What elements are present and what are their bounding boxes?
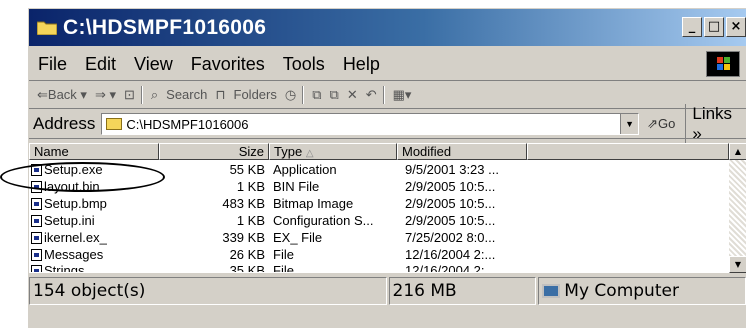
- address-input[interactable]: C:\HDSMPF1016006 ▼: [101, 113, 640, 135]
- status-location-label: My Computer: [564, 281, 679, 301]
- file-size: 35 KB: [229, 263, 265, 272]
- folder-icon: [36, 20, 58, 36]
- toolbar-separator: [382, 86, 385, 104]
- file-name: ikernel.ex_: [44, 230, 107, 245]
- move-to-icon[interactable]: ⧉: [312, 87, 321, 103]
- title-bar[interactable]: C:\HDSMPF1016006 _ □ ×: [29, 9, 746, 46]
- file-name: Messages: [44, 247, 104, 262]
- file-modified: 2/9/2005 10:5...: [405, 196, 496, 211]
- status-object-count: 154 object(s): [29, 277, 387, 305]
- column-header-name[interactable]: Name: [29, 143, 159, 160]
- toolbar-separator: [140, 86, 143, 104]
- file-name: Setup.bmp: [44, 196, 107, 211]
- history-icon[interactable]: ◷: [285, 87, 296, 103]
- file-modified: 9/5/2001 3:23 ...: [405, 162, 499, 177]
- go-button[interactable]: ⇗Go: [647, 116, 675, 132]
- file-modified: 2/9/2005 10:5...: [405, 179, 496, 194]
- scroll-up-button[interactable]: ▲: [729, 143, 746, 160]
- column-header-empty: [527, 143, 729, 160]
- file-type: Bitmap Image: [273, 196, 354, 211]
- file-size: 339 KB: [222, 230, 265, 245]
- status-bar: 154 object(s) 216 MB My Computer: [29, 276, 746, 306]
- menu-tools[interactable]: Tools: [274, 54, 334, 75]
- window-title: C:\HDSMPF1016006: [63, 15, 267, 39]
- column-header-type[interactable]: Type △: [269, 143, 397, 160]
- file-icon: [31, 231, 42, 244]
- menu-favorites[interactable]: Favorites: [182, 54, 274, 75]
- file-type: BIN File: [273, 179, 320, 194]
- config-file-icon: [31, 214, 42, 227]
- table-row[interactable]: Strings 35 KB File 12/16/2004 2:...: [29, 263, 719, 272]
- status-location: My Computer: [538, 277, 746, 305]
- file-size: 483 KB: [222, 196, 265, 211]
- table-row[interactable]: Messages 26 KB File 12/16/2004 2:...: [29, 246, 719, 263]
- forward-button[interactable]: ⇒ ▾: [95, 87, 116, 103]
- column-headers: Name Size Type △ Modified: [29, 143, 746, 160]
- status-size: 216 MB: [388, 277, 537, 305]
- file-list: Name Size Type △ Modified Setup.exe 55 K…: [29, 143, 746, 273]
- search-button[interactable]: ⌕ Search: [151, 87, 207, 103]
- file-size: 26 KB: [229, 247, 265, 262]
- folder-icon: [106, 118, 123, 130]
- address-dropdown-button[interactable]: ▼: [620, 114, 639, 134]
- file-size: 1 KB: [236, 213, 265, 228]
- file-type: File: [273, 263, 294, 272]
- file-modified: 12/16/2004 2:...: [405, 247, 496, 262]
- address-value: C:\HDSMPF1016006: [126, 116, 249, 132]
- folders-label: Folders: [233, 87, 277, 102]
- menu-edit[interactable]: Edit: [76, 54, 125, 75]
- close-button[interactable]: ×: [726, 17, 746, 37]
- address-label: Address: [33, 114, 96, 133]
- folders-button[interactable]: ⊓ Folders: [215, 87, 277, 103]
- file-modified: 2/9/2005 10:5...: [405, 213, 496, 228]
- menu-help[interactable]: Help: [334, 54, 389, 75]
- bitmap-icon: [31, 197, 42, 210]
- sort-ascending-icon: △: [305, 148, 314, 159]
- windows-logo-icon: [706, 51, 740, 77]
- column-header-size[interactable]: Size: [159, 143, 269, 160]
- up-folder-icon[interactable]: ⊡: [124, 87, 135, 103]
- file-type: Application: [273, 162, 337, 177]
- file-modified: 12/16/2004 2:...: [405, 263, 496, 272]
- file-icon: [31, 264, 42, 272]
- back-button[interactable]: ⇐Back ▾: [37, 87, 87, 103]
- go-label: Go: [658, 116, 676, 131]
- file-name: Setup.ini: [44, 213, 95, 228]
- search-label: Search: [166, 87, 208, 102]
- views-icon[interactable]: ▦▾: [393, 87, 412, 103]
- minimize-button[interactable]: _: [682, 17, 702, 37]
- menu-bar: File Edit View Favorites Tools Help: [29, 48, 746, 81]
- table-row[interactable]: Setup.ini 1 KB Configuration S... 2/9/20…: [29, 212, 719, 229]
- scroll-down-button[interactable]: ▼: [729, 256, 746, 273]
- menu-file[interactable]: File: [29, 54, 76, 75]
- file-size: 55 KB: [229, 162, 265, 177]
- toolbar-separator: [302, 86, 305, 104]
- file-type: Configuration S...: [273, 213, 374, 228]
- file-modified: 7/25/2002 8:0...: [405, 230, 496, 245]
- links-button[interactable]: Links »: [685, 104, 746, 144]
- table-row[interactable]: Setup.bmp 483 KB Bitmap Image 2/9/2005 1…: [29, 195, 719, 212]
- delete-icon[interactable]: ✕: [347, 87, 358, 103]
- file-name: Strings: [44, 263, 85, 272]
- copy-to-icon[interactable]: ⧉: [330, 87, 339, 103]
- file-type: EX_ File: [273, 230, 323, 245]
- table-row[interactable]: ikernel.ex_ 339 KB EX_ File 7/25/2002 8:…: [29, 229, 719, 246]
- standard-toolbar: ⇐Back ▾ ⇒ ▾ ⊡ ⌕ Search ⊓ Folders ◷ ⧉ ⧉ ✕ ↶…: [29, 82, 746, 109]
- file-icon: [31, 248, 42, 261]
- my-computer-icon: [542, 284, 561, 298]
- column-header-modified[interactable]: Modified: [397, 143, 527, 160]
- highlight-ellipse: [0, 162, 165, 192]
- links-label: Links: [692, 104, 733, 123]
- file-size: 1 KB: [236, 179, 265, 194]
- column-header-type-label: Type: [274, 144, 303, 159]
- address-bar: Address C:\HDSMPF1016006 ▼ ⇗Go Links »: [29, 104, 746, 144]
- maximize-button[interactable]: □: [704, 17, 724, 37]
- vertical-scrollbar[interactable]: ▲ ▼: [729, 143, 746, 273]
- undo-icon[interactable]: ↶: [366, 87, 377, 103]
- menu-view[interactable]: View: [125, 54, 182, 75]
- title-buttons: _ □ ×: [682, 17, 746, 37]
- file-type: File: [273, 247, 294, 262]
